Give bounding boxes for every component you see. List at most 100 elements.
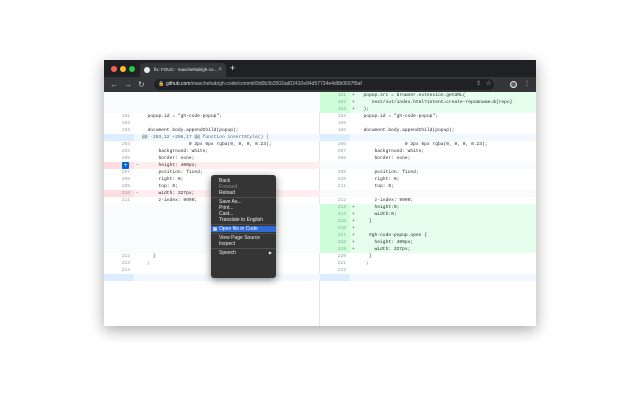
- line-number[interactable]: [320, 274, 350, 281]
- line-number[interactable]: 217: [320, 232, 350, 239]
- hunk-header-text: @@ -203,12 +206,17 @@ function insertSty…: [142, 135, 269, 140]
- line-number[interactable]: [104, 211, 134, 218]
- line-number[interactable]: 222: [320, 267, 350, 274]
- code-text: }: [358, 254, 372, 259]
- close-window-button[interactable]: [111, 66, 117, 72]
- menu-item-label: Reload: [219, 190, 235, 196]
- line-number[interactable]: [320, 190, 350, 197]
- diff-line: 218 + height: 400px;: [320, 239, 536, 246]
- reload-icon[interactable]: ↻: [138, 77, 145, 92]
- line-number[interactable]: [104, 218, 134, 225]
- browser-toolbar: ← → ↻ 🔒 github.com/maxchehab/gh-code/com…: [104, 77, 536, 92]
- line-number[interactable]: 206: [104, 162, 134, 169]
- forward-icon[interactable]: →: [124, 77, 132, 92]
- line-number[interactable]: 214: [104, 267, 134, 274]
- diff-right-pane: 151 + popup.src = browser.extension.getUR…: [320, 92, 536, 326]
- line-number[interactable]: 209: [104, 183, 134, 190]
- diff-line: 206- height: 400px;+: [104, 162, 320, 169]
- diff-line: 213 + height:0;: [320, 204, 536, 211]
- line-number[interactable]: 151: [104, 113, 134, 120]
- code-text: z-index: 9999;: [358, 198, 414, 203]
- code-text: );: [358, 107, 370, 112]
- line-number[interactable]: 205: [104, 155, 134, 162]
- line-number[interactable]: 211: [104, 197, 134, 204]
- submenu-arrow-icon: ▶: [268, 250, 272, 255]
- profile-avatar[interactable]: [510, 81, 517, 88]
- line-number[interactable]: [104, 232, 134, 239]
- line-number[interactable]: 216: [320, 225, 350, 232]
- line-number[interactable]: 209: [320, 169, 350, 176]
- line-number[interactable]: [104, 274, 134, 281]
- line-number[interactable]: 156: [320, 127, 350, 134]
- line-number[interactable]: 203: [104, 141, 134, 148]
- line-number[interactable]: 152: [320, 99, 350, 106]
- line-number[interactable]: 212: [104, 253, 134, 260]
- diff-line: 209 position: fixed;: [320, 169, 536, 176]
- line-number[interactable]: 218: [320, 239, 350, 246]
- line-number[interactable]: 207: [104, 169, 134, 176]
- code-text: }: [142, 254, 156, 259]
- line-number[interactable]: [320, 134, 350, 141]
- line-number[interactable]: [104, 106, 134, 113]
- line-number[interactable]: 152: [104, 120, 134, 127]
- line-number[interactable]: 206: [320, 141, 350, 148]
- address-bar[interactable]: 🔒 github.com/maxchehab/gh-code/commit/9d…: [154, 79, 494, 90]
- back-icon[interactable]: ←: [110, 77, 118, 92]
- line-number[interactable]: 208: [320, 155, 350, 162]
- tab-active[interactable]: fix: FOUC - maxchehab/gh-co… ×: [140, 63, 226, 77]
- diff-line: [104, 92, 320, 99]
- line-number[interactable]: 153: [104, 127, 134, 134]
- line-number[interactable]: 151: [320, 92, 350, 99]
- line-number[interactable]: 204: [104, 148, 134, 155]
- line-number[interactable]: 212: [320, 197, 350, 204]
- add-comment-icon[interactable]: +: [122, 162, 129, 169]
- menu-item-translate[interactable]: Translate to English: [211, 217, 276, 223]
- line-number[interactable]: 213: [104, 260, 134, 267]
- share-icon[interactable]: ⇪: [476, 77, 481, 92]
- tab-close-icon[interactable]: ×: [218, 63, 222, 77]
- line-number[interactable]: [104, 225, 134, 232]
- browser-menu-icon[interactable]: ⋮: [524, 77, 530, 92]
- line-number[interactable]: [104, 239, 134, 246]
- line-number[interactable]: [104, 99, 134, 106]
- context-menu: Back Forward Reload Save As... Print... Cast.…: [211, 175, 276, 278]
- code-text: #gh-code-popup.open {: [358, 233, 427, 238]
- line-number[interactable]: [104, 246, 134, 253]
- line-number[interactable]: 213: [320, 204, 350, 211]
- line-number[interactable]: [104, 204, 134, 211]
- code-text: popup.id = "gh-code-popup";: [358, 114, 438, 119]
- line-number[interactable]: 214: [320, 211, 350, 218]
- line-number[interactable]: 208: [104, 176, 134, 183]
- line-number[interactable]: 207: [320, 148, 350, 155]
- maximize-window-button[interactable]: [129, 66, 135, 72]
- code-text: document.body.appendChild(popup);: [358, 128, 455, 133]
- line-number[interactable]: 221: [320, 260, 350, 267]
- line-number[interactable]: 153: [320, 106, 350, 113]
- line-number[interactable]: [104, 134, 134, 141]
- line-number[interactable]: 154: [320, 113, 350, 120]
- diff-line: 214 + width:0;: [320, 211, 536, 218]
- line-number[interactable]: 155: [320, 120, 350, 127]
- menu-item-speech[interactable]: Speech ▶: [211, 250, 276, 256]
- diff-line: 205 border: none;: [104, 155, 320, 162]
- menu-item-open-in-code[interactable]: Open file in Code: [211, 226, 276, 232]
- diff-line: 206 0 3px 6px rgba(0, 0, 0, 0.23);: [320, 141, 536, 148]
- bookmark-star-icon[interactable]: ☆: [486, 77, 491, 92]
- menu-item-reload[interactable]: Reload: [211, 190, 276, 196]
- diff-line: 154 popup.id = "gh-code-popup";: [320, 113, 536, 120]
- code-text: top: 0;: [142, 184, 178, 189]
- line-number[interactable]: 210: [104, 190, 134, 197]
- line-number[interactable]: 220: [320, 253, 350, 260]
- code-text: right: 0;: [142, 177, 184, 182]
- code-text: popup.src = browser.extension.getURL(: [358, 93, 466, 98]
- line-number[interactable]: 211: [320, 183, 350, 190]
- line-number[interactable]: [320, 162, 350, 169]
- line-number[interactable]: 215: [320, 218, 350, 225]
- new-tab-button[interactable]: +: [230, 62, 235, 74]
- diff-line: 156 document.body.appendChild(popup);: [320, 127, 536, 134]
- line-number[interactable]: 210: [320, 176, 350, 183]
- minimize-window-button[interactable]: [120, 66, 126, 72]
- line-number[interactable]: [104, 92, 134, 99]
- line-number[interactable]: 219: [320, 246, 350, 253]
- menu-item-inspect[interactable]: Inspect: [211, 241, 276, 247]
